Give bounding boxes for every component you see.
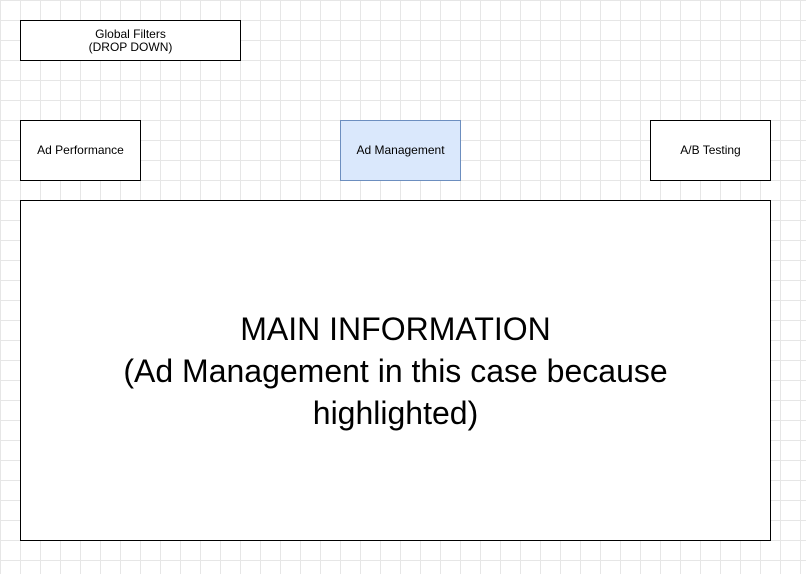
main-title: MAIN INFORMATION (240, 310, 551, 347)
global-filters-dropdown[interactable]: Global Filters (DROP DOWN) (20, 20, 241, 61)
main-information-panel: MAIN INFORMATION (Ad Management in this … (20, 200, 771, 541)
main-description-cont: highlighted) (312, 394, 479, 431)
global-filters-label: Global Filters (95, 26, 166, 41)
main-description: (Ad Management in this case because (123, 352, 668, 389)
nav-ad-performance[interactable]: Ad Performance (20, 120, 141, 181)
global-filters-sublabel: (DROP DOWN) (88, 39, 173, 54)
nav-ad-management-label: Ad Management (356, 143, 445, 157)
nav-ab-testing-label: A/B Testing (680, 143, 741, 157)
nav-ab-testing[interactable]: A/B Testing (650, 120, 771, 181)
nav-ad-performance-label: Ad Performance (37, 143, 124, 157)
nav-ad-management[interactable]: Ad Management (340, 120, 461, 181)
